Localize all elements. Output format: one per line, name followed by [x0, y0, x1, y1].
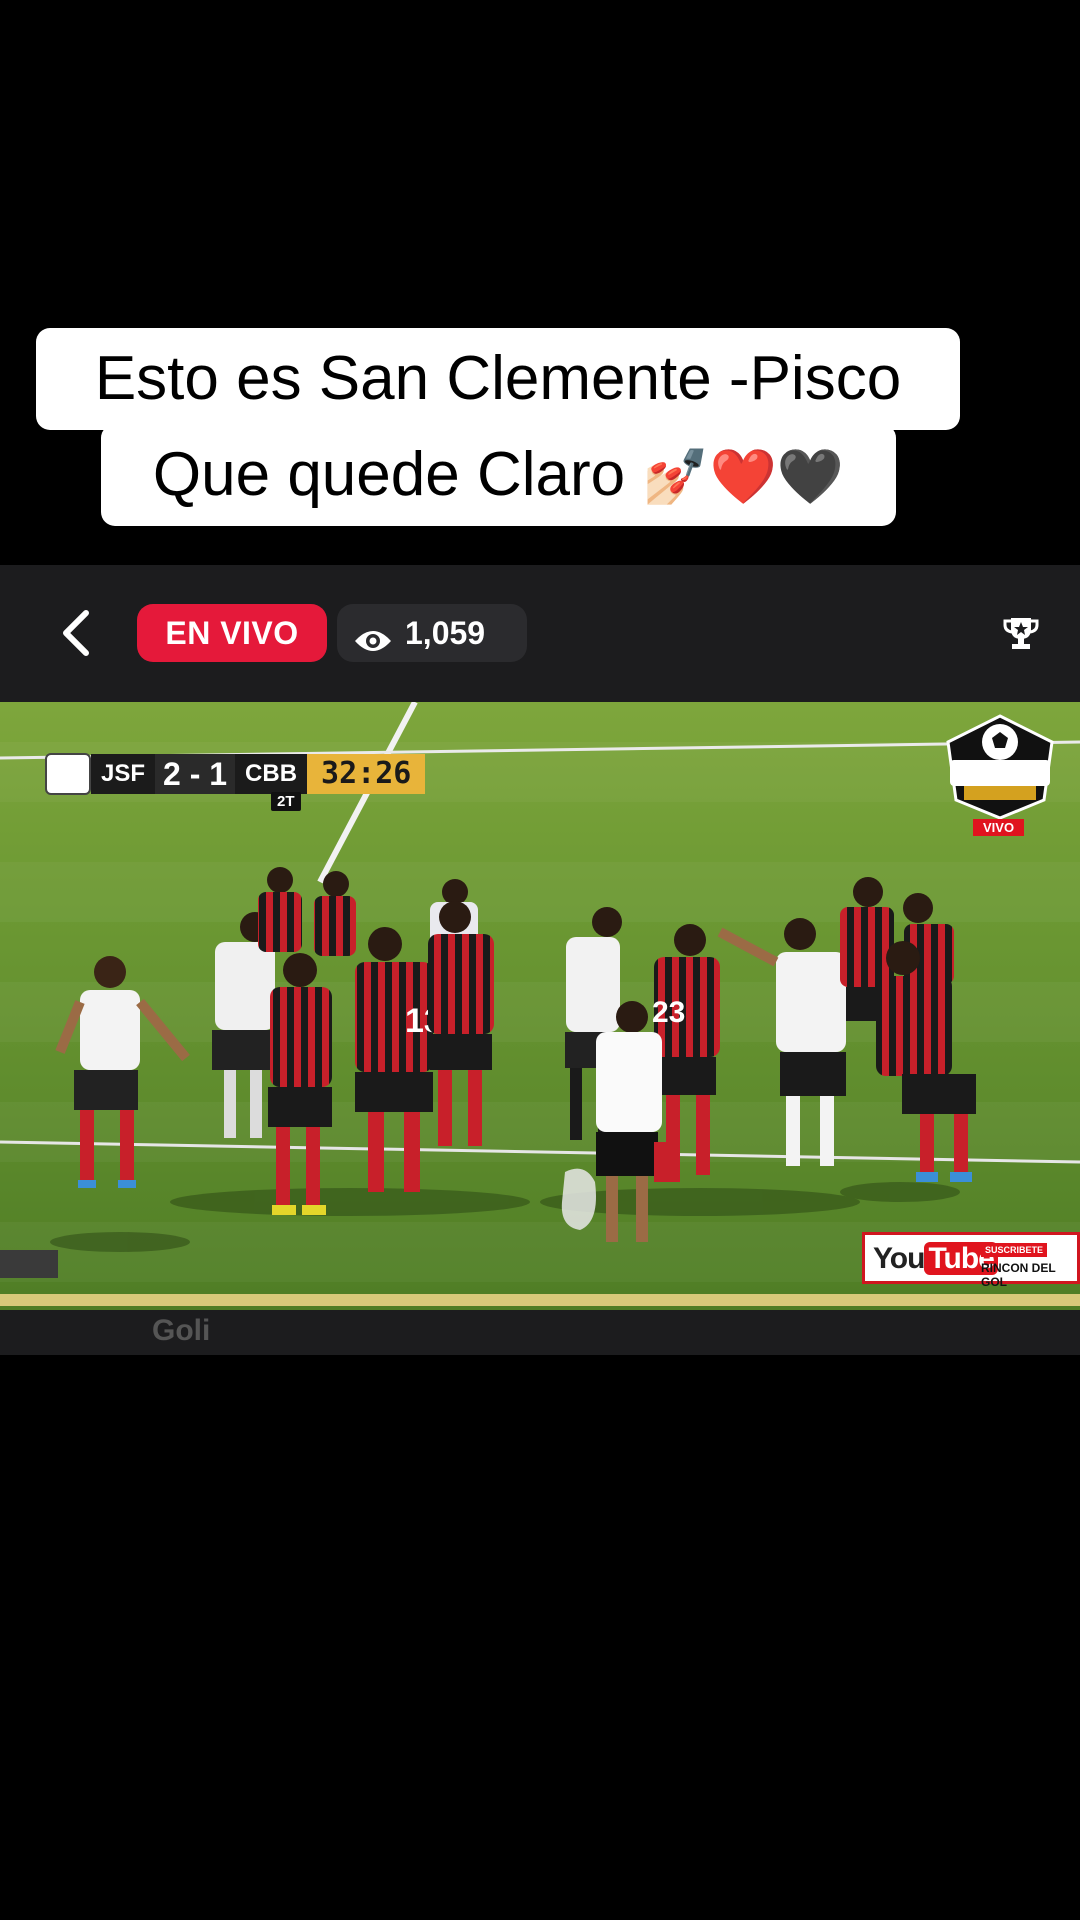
caption-line-2-text: Que quede Claro	[152, 440, 643, 509]
league-logo-icon	[45, 753, 91, 795]
live-stream-header: EN VIVO 1,059	[0, 565, 1080, 702]
caption-line-1: Esto es San Clemente -Pisco	[36, 328, 960, 430]
pitch-sideline	[0, 1294, 1080, 1306]
channel-live-tag: VIVO	[973, 819, 1025, 836]
caption-line-1-text: Esto es San Clemente -Pisco	[94, 344, 902, 413]
trophy-icon[interactable]	[1003, 615, 1039, 651]
el-rincon-del-gol-logo	[940, 712, 1060, 822]
match-period: 2T	[271, 792, 301, 811]
subscribe-label: SUSCRIBETE	[981, 1243, 1048, 1257]
back-arrow-icon[interactable]	[52, 605, 108, 661]
scoreboard: JSF 2 - 1 CBB 32:26	[45, 753, 426, 795]
video-bottom-strip: Goli	[0, 1310, 1080, 1355]
nail-polish-emoji-icon: 💅🏻	[642, 445, 710, 508]
video-player[interactable]: 13 23 JSF 2 - 1 CBB 32:26 2T VIVO You Tu…	[0, 702, 1080, 1310]
live-badge: EN VIVO	[137, 604, 327, 662]
match-score: 2 - 1	[155, 754, 236, 794]
youtube-you-text: You	[873, 1242, 925, 1275]
youtube-subscribe-badge[interactable]: You Tube SUSCRIBETE RINCON DEL GOL	[862, 1232, 1080, 1289]
viewer-count-badge: 1,059	[337, 604, 527, 662]
youtube-logo: You Tube	[873, 1242, 998, 1276]
home-team: JSF	[91, 754, 156, 794]
away-team: CBB	[235, 754, 308, 794]
viewer-count: 1,059	[405, 615, 486, 651]
faded-overlay-text: Goli	[152, 1314, 211, 1347]
svg-text:23: 23	[652, 996, 685, 1029]
caption-line-2: Que quede Claro 💅🏻❤️🖤	[101, 424, 896, 526]
channel-name: RINCON DEL GOL	[981, 1261, 1056, 1289]
black-heart-emoji-icon: 🖤	[776, 445, 845, 508]
eye-icon	[353, 617, 393, 675]
player	[55, 956, 190, 1188]
match-clock: 32:26	[307, 754, 426, 794]
red-heart-emoji-icon: ❤️	[709, 445, 777, 508]
